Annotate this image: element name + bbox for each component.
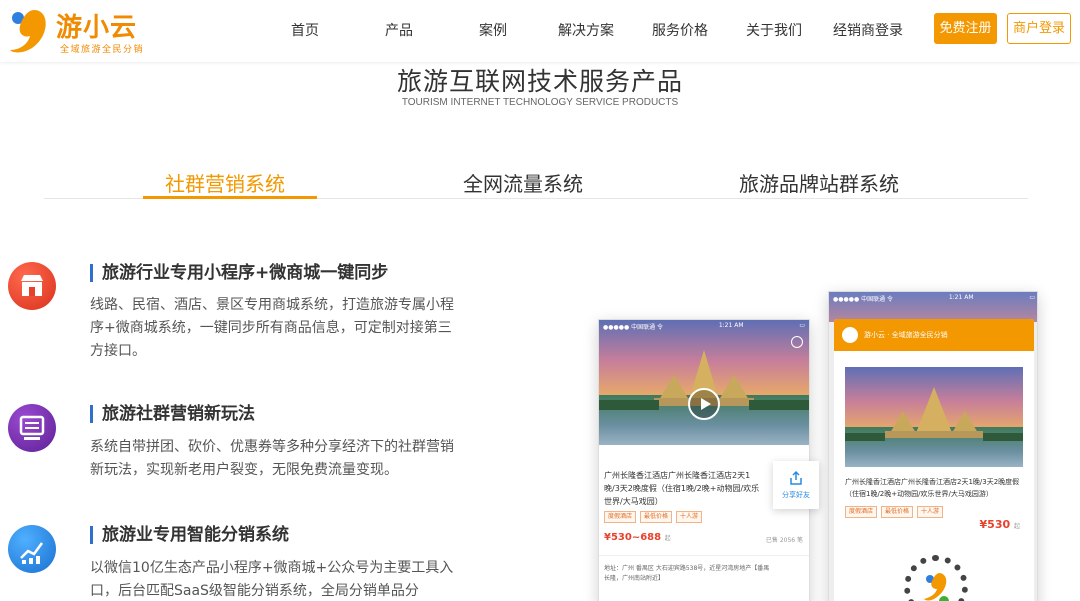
tag: 十人游 — [676, 511, 703, 523]
brand-slogan: 全域旅游全民分销 — [60, 45, 145, 55]
feature-title-mini-program: 旅游行业专用小程序+微商城一键同步 — [90, 264, 388, 282]
logo-mark-icon — [10, 10, 46, 53]
page: 游小云 全域旅游全民分销 首页 产品 案例 解决方案 服务价格 关于我们 经销商… — [0, 0, 1080, 601]
product-price: ¥530~688 起 — [604, 532, 671, 543]
phone-mockup-poster: ●●●●● 中国联通 令 1:21 AM ▭ 游小云 · 全域旅游全民分销 广州… — [828, 291, 1038, 601]
product-photo: ●●●●● 中国联通 令 1:21 AM ▭ — [599, 320, 809, 445]
feature-desc-mini-program: 线路、民宿、酒店、景区专用商城系统，打造旅游专属小程序+微商城系统，一键同步所有… — [90, 297, 454, 359]
divider — [599, 555, 809, 556]
feature-title-community-marketing: 旅游社群营销新玩法 — [90, 405, 255, 423]
site-header: 游小云 全域旅游全民分销 首页 产品 案例 解决方案 服务价格 关于我们 经销商… — [0, 0, 1080, 62]
product-title: 广州长隆香江酒店广州长隆香江酒店2天1晚/3天2晚度假（住宿1晚/2晚+动物园/… — [604, 471, 760, 506]
share-label: 分享好友 — [782, 491, 810, 499]
price-value: ¥530 — [979, 518, 1011, 531]
feature-desc-distribution: 以微信10亿生态产品小程序+微商城+公众号为主要工具入口，后台匹配SaaS级智能… — [90, 560, 454, 599]
chart-icon — [8, 525, 56, 573]
nav-solutions[interactable]: 解决方案 — [558, 20, 614, 40]
store-icon — [8, 262, 56, 310]
nav-dealer-login[interactable]: 经销商登录 — [833, 20, 903, 40]
tab-active-indicator — [143, 196, 317, 199]
brand-badge-icon — [842, 327, 858, 343]
time-text: 1:21 AM — [948, 294, 974, 301]
play-video-button[interactable] — [688, 388, 720, 420]
share-poster-card: 游小云 · 全域旅游全民分销 广州长隆香江酒店广州长隆香江酒店2天1晚/3天2晚… — [834, 319, 1034, 601]
sold-count: 已售 2056 笔 — [765, 537, 803, 544]
tab-brand-sites[interactable]: 旅游品牌站群系统 — [739, 168, 899, 197]
nav-about[interactable]: 关于我们 — [746, 20, 802, 40]
poster-header: 游小云 · 全域旅游全民分销 — [834, 319, 1034, 351]
product-tags: 度假酒店 最低价格 十人游 — [604, 511, 703, 523]
poster-brand-line: 游小云 · 全域旅游全民分销 — [864, 331, 948, 339]
nav-home[interactable]: 首页 — [291, 20, 319, 40]
section-subtitle: TOURISM INTERNET TECHNOLOGY SERVICE PROD… — [401, 97, 679, 108]
nav-pricing[interactable]: 服务价格 — [652, 20, 708, 40]
status-bar: ●●●●● 中国联通 令 1:21 AM ▭ — [829, 292, 1037, 305]
poster-tags: 度假酒店 最低价格 十人游 — [845, 506, 944, 518]
temple-illustration — [599, 350, 809, 410]
poster-photo — [845, 367, 1023, 467]
price-value: ¥530~688 — [604, 532, 662, 543]
section-title: 旅游互联网技术服务产品 — [396, 67, 683, 96]
monitor-icon — [8, 404, 56, 452]
tag: 度假酒店 — [604, 511, 637, 523]
price-suffix: 起 — [1013, 523, 1020, 530]
tab-community-marketing[interactable]: 社群营销系统 — [165, 168, 285, 197]
share-icon — [790, 470, 802, 485]
register-button[interactable]: 免费注册 — [934, 13, 997, 44]
more-options-icon[interactable] — [791, 336, 803, 348]
product-address: 地址：广州 番禺区 大石迎宾路538号，近星河湾房地产【番禺长隆，广州南站附近】 — [604, 565, 770, 582]
feature-desc-community-marketing: 系统自带拼团、砍价、优惠券等多种分享经济下的社群营销新玩法，实现新老用户裂变，无… — [90, 439, 454, 478]
tag: 最低价格 — [640, 511, 673, 523]
tag: 十人游 — [917, 506, 944, 518]
phone-mockup-product-detail: ●●●●● 中国联通 令 1:21 AM ▭ 广州长隆香江酒店广州长隆香江酒店2… — [598, 319, 810, 601]
tag: 度假酒店 — [845, 506, 878, 518]
price-suffix: 起 — [664, 535, 671, 542]
feature-title-distribution: 旅游业专用智能分销系统 — [90, 526, 289, 544]
poster-product-title: 广州长隆香江酒店广州长隆香江酒店2天1晚/3天2晚度假（住宿1晚/2晚+动物园/… — [845, 478, 1020, 498]
tab-network-traffic[interactable]: 全网流量系统 — [463, 168, 583, 197]
carrier-text: ●●●●● 中国联通 令 — [833, 296, 893, 303]
merchant-login-button[interactable]: 商户登录 — [1007, 13, 1071, 44]
share-friend-button[interactable]: 分享好友 — [773, 461, 819, 509]
brand-name: 游小云 — [56, 13, 138, 43]
nav-cases[interactable]: 案例 — [479, 20, 507, 40]
poster-price: ¥530 起 — [980, 518, 1020, 531]
nav-products[interactable]: 产品 — [385, 20, 413, 40]
brand-logo[interactable]: 游小云 全域旅游全民分销 — [6, 4, 166, 56]
tag: 最低价格 — [881, 506, 914, 518]
phone-top-bg: ●●●●● 中国联通 令 1:21 AM ▭ — [829, 292, 1037, 322]
battery-icon: ▭ — [1029, 294, 1035, 301]
qr-code-icon — [904, 555, 968, 601]
